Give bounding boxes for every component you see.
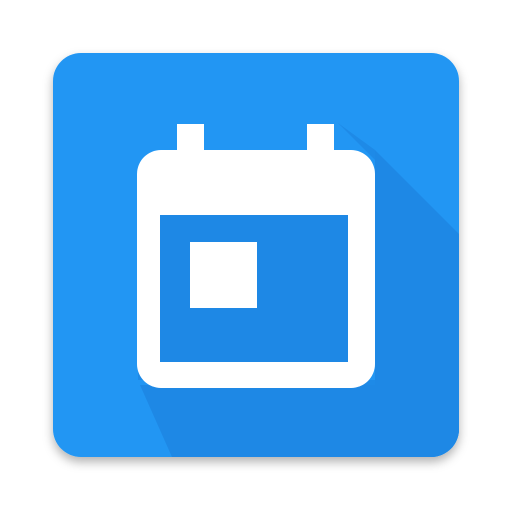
- calendar-app-icon[interactable]: [0, 0, 512, 512]
- icon-stage: [0, 0, 512, 512]
- calendar-event-square: [190, 242, 257, 308]
- calendar-icon: [137, 124, 375, 388]
